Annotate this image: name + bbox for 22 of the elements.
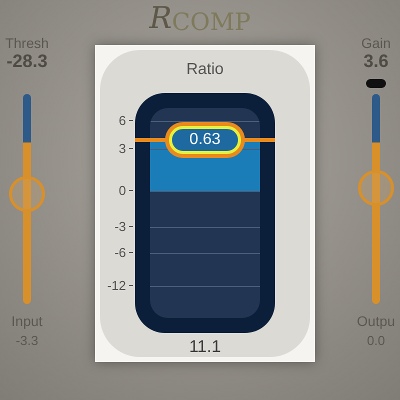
scale-label: -12 — [107, 279, 126, 292]
tick-mark — [129, 148, 133, 149]
control-value: -28.3 — [6, 50, 48, 72]
tick-mark — [129, 285, 133, 286]
tick-mark — [129, 190, 133, 191]
fader-track[interactable] — [372, 94, 380, 304]
ratio-readout: 11.1 — [189, 338, 221, 355]
scale-label: 3 — [118, 142, 126, 155]
popup-title: Ratio — [186, 62, 224, 78]
scale-label: -3 — [114, 220, 126, 233]
tick-mark — [129, 252, 133, 253]
fader-track[interactable] — [23, 94, 31, 304]
scale-label: -6 — [114, 246, 126, 259]
handle-value: 0.63 — [189, 132, 221, 148]
scale-label: 6 — [118, 114, 126, 127]
tick-mark — [129, 226, 133, 227]
scale-label: 0 — [118, 184, 126, 197]
ratio-meter[interactable]: 0.63 — [135, 93, 275, 333]
tick-mark — [129, 120, 133, 121]
indicator-light — [366, 78, 386, 88]
logo-initial: R — [149, 4, 172, 34]
control-value: 3.6 — [363, 50, 389, 72]
